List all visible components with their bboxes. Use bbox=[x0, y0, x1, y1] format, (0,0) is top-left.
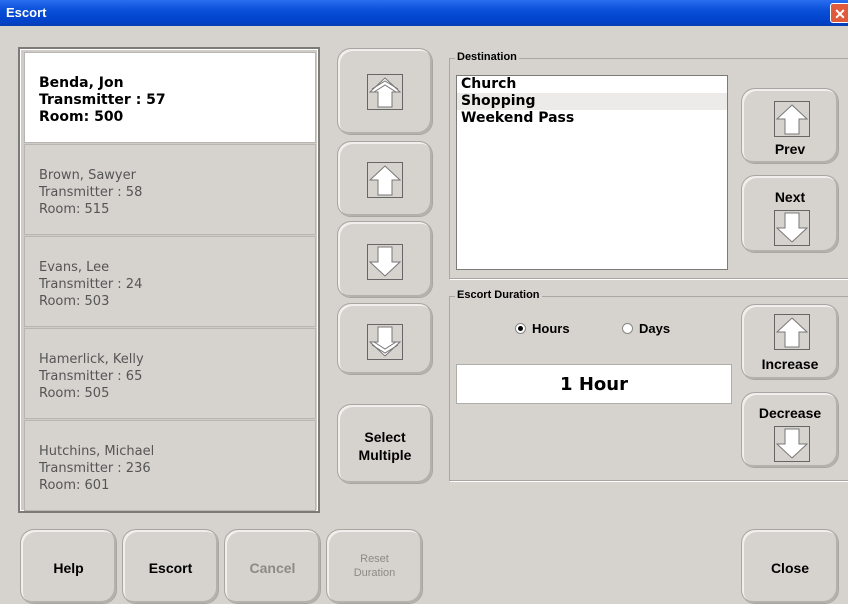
escort-window: Escort ✕ Benda, Jon Transmitter : 57 Roo… bbox=[0, 0, 848, 604]
close-icon: ✕ bbox=[834, 6, 846, 22]
resident-room: Room: 500 bbox=[39, 109, 124, 125]
up-arrow-icon bbox=[367, 162, 403, 198]
hours-label: Hours bbox=[532, 321, 570, 336]
resident-name: Hutchins, Michael bbox=[39, 444, 155, 459]
days-radio[interactable]: Days bbox=[622, 321, 670, 336]
escort-button[interactable]: Escort bbox=[122, 529, 219, 604]
resident-transmitter: Transmitter : 58 bbox=[39, 185, 143, 200]
scroll-down-button[interactable] bbox=[337, 221, 433, 298]
destination-item-weekend-pass[interactable]: Weekend Pass bbox=[457, 110, 727, 127]
window-title: Escort bbox=[6, 5, 47, 20]
resident-item-hamerlick[interactable]: Hamerlick, Kelly Transmitter : 65 Room: … bbox=[24, 328, 316, 419]
resident-name: Benda, Jon bbox=[39, 75, 124, 91]
cancel-button[interactable]: Cancel bbox=[224, 529, 321, 604]
decrease-label: Decrease bbox=[758, 405, 822, 421]
duration-display: 1 Hour bbox=[456, 364, 732, 404]
decrease-button[interactable]: Decrease bbox=[741, 392, 839, 468]
reset-label-2: Duration bbox=[353, 567, 396, 579]
resident-room: Room: 515 bbox=[39, 202, 110, 217]
resident-item-evans[interactable]: Evans, Lee Transmitter : 24 Room: 503 bbox=[24, 236, 316, 327]
down-arrow-icon bbox=[774, 426, 810, 462]
resident-list: Benda, Jon Transmitter : 57 Room: 500 Br… bbox=[18, 47, 320, 513]
prev-button[interactable]: Prev bbox=[741, 88, 839, 164]
select-multiple-label-2: Multiple bbox=[358, 447, 412, 463]
increase-button[interactable]: Increase bbox=[741, 304, 839, 380]
prev-label: Prev bbox=[774, 141, 806, 157]
resident-item-benda[interactable]: Benda, Jon Transmitter : 57 Room: 500 bbox=[24, 52, 316, 143]
reset-duration-button[interactable]: Reset Duration bbox=[326, 529, 423, 604]
escort-duration-title: Escort Duration bbox=[455, 289, 542, 301]
scroll-top-button[interactable] bbox=[337, 48, 433, 135]
resident-room: Room: 601 bbox=[39, 478, 110, 493]
help-label: Help bbox=[53, 560, 84, 576]
scroll-up-button[interactable] bbox=[337, 141, 433, 217]
resident-name: Hamerlick, Kelly bbox=[39, 352, 144, 367]
help-button[interactable]: Help bbox=[20, 529, 117, 604]
reset-label-1: Reset bbox=[360, 553, 389, 565]
destination-item-church[interactable]: Church bbox=[457, 76, 727, 93]
scroll-bottom-button[interactable] bbox=[337, 303, 433, 375]
resident-name: Brown, Sawyer bbox=[39, 168, 136, 183]
resident-transmitter: Transmitter : 57 bbox=[39, 92, 166, 108]
up-arrow-icon bbox=[774, 101, 810, 137]
days-label: Days bbox=[639, 321, 671, 336]
double-up-arrow-icon bbox=[367, 74, 403, 110]
up-arrow-icon bbox=[774, 314, 810, 350]
resident-transmitter: Transmitter : 65 bbox=[39, 369, 143, 384]
destination-item-shopping[interactable]: Shopping bbox=[457, 93, 727, 110]
select-multiple-button[interactable]: Select Multiple bbox=[337, 404, 433, 484]
title-bar: Escort ✕ bbox=[0, 0, 848, 26]
resident-name: Evans, Lee bbox=[39, 260, 110, 275]
down-arrow-icon bbox=[774, 210, 810, 246]
next-label: Next bbox=[774, 189, 806, 205]
destination-list[interactable]: Church Shopping Weekend Pass bbox=[456, 75, 728, 270]
close-button[interactable]: Close bbox=[741, 529, 839, 604]
radio-unselected-icon bbox=[622, 323, 633, 334]
down-arrow-icon bbox=[367, 244, 403, 280]
resident-room: Room: 505 bbox=[39, 386, 110, 401]
next-button[interactable]: Next bbox=[741, 175, 839, 253]
increase-label: Increase bbox=[761, 356, 819, 372]
hours-radio[interactable]: Hours bbox=[515, 321, 570, 336]
resident-room: Room: 503 bbox=[39, 294, 110, 309]
resident-transmitter: Transmitter : 236 bbox=[39, 461, 151, 476]
close-label: Close bbox=[770, 560, 810, 576]
resident-item-hutchins[interactable]: Hutchins, Michael Transmitter : 236 Room… bbox=[24, 420, 316, 511]
destination-title: Destination bbox=[455, 51, 519, 63]
resident-item-brown[interactable]: Brown, Sawyer Transmitter : 58 Room: 515 bbox=[24, 144, 316, 235]
cancel-label: Cancel bbox=[249, 560, 296, 576]
resident-transmitter: Transmitter : 24 bbox=[39, 277, 143, 292]
radio-selected-icon bbox=[515, 323, 526, 334]
escort-label: Escort bbox=[148, 560, 193, 576]
select-multiple-label-1: Select bbox=[364, 429, 406, 445]
window-close-button[interactable]: ✕ bbox=[830, 3, 848, 23]
double-down-arrow-icon bbox=[367, 324, 403, 360]
